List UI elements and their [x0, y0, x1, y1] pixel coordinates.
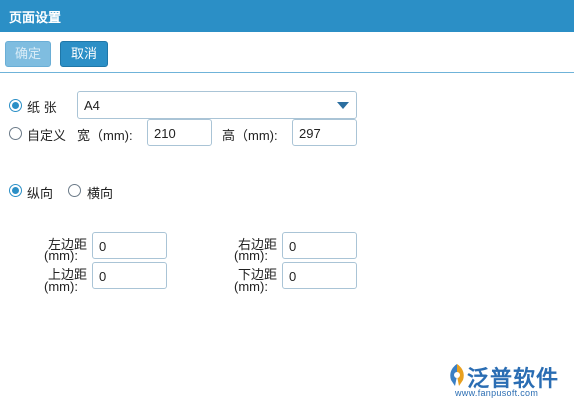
brand-url: www.fanpusoft.com	[455, 388, 539, 398]
portrait-label: 纵向	[27, 186, 54, 201]
right-margin-input[interactable]: 0	[282, 232, 357, 259]
height-input[interactable]: 297	[292, 119, 357, 146]
custom-size-label: 自定义	[27, 128, 67, 143]
custom-size-radio[interactable]	[9, 127, 22, 140]
bottom-margin-input[interactable]: 0	[282, 262, 357, 289]
bottom-margin-unit: (mm):	[234, 279, 268, 294]
top-margin-input[interactable]: 0	[92, 262, 167, 289]
paper-size-radio[interactable]	[9, 99, 22, 112]
chevron-down-icon	[337, 102, 349, 109]
width-input[interactable]: 210	[147, 119, 212, 146]
paper-size-select[interactable]: A4	[77, 91, 357, 119]
left-margin-input[interactable]: 0	[92, 232, 167, 259]
top-margin-unit: (mm):	[44, 279, 78, 294]
landscape-radio[interactable]	[68, 184, 81, 197]
toolbar: 确定 取消	[0, 32, 574, 73]
paper-size-label: 纸 张	[27, 100, 57, 115]
portrait-radio[interactable]	[9, 184, 22, 197]
height-label: 高（mm):	[222, 128, 278, 143]
right-margin-unit: (mm):	[234, 248, 268, 263]
fanpu-logo-icon	[450, 364, 464, 386]
dialog-titlebar: 页面设置	[0, 0, 574, 32]
ok-button[interactable]: 确定	[5, 41, 51, 67]
fanpu-logo: 泛普软件 www.fanpusoft.com	[447, 360, 569, 402]
cancel-button[interactable]: 取消	[60, 41, 108, 67]
dialog-title: 页面设置	[9, 10, 62, 25]
width-label: 宽（mm):	[77, 128, 133, 143]
paper-size-value: A4	[84, 98, 100, 113]
landscape-label: 横向	[87, 186, 114, 201]
left-margin-unit: (mm):	[44, 248, 78, 263]
